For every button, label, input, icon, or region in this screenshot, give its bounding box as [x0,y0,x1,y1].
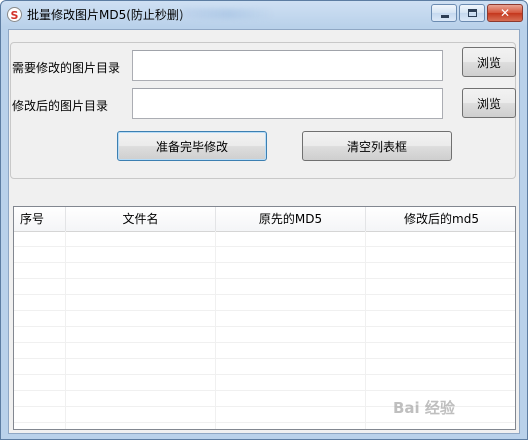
settings-group: 需要修改的图片目录 浏览 修改后的图片目录 浏览 准备完毕修改 清空列表框 [10,42,516,179]
minimize-icon [441,15,449,18]
output-dir-input[interactable] [132,88,443,119]
table-row [14,263,515,279]
minimize-button[interactable] [431,4,457,22]
title-redaction [183,9,273,19]
app-icon-letter: S [10,9,19,22]
close-button[interactable]: ✕ [487,4,523,22]
table-row [14,343,515,359]
table-row [14,375,515,391]
watermark: Bai 经验 [393,399,455,417]
column-index[interactable]: 序号 [14,207,66,231]
table-row [14,359,515,375]
title-bar[interactable]: S 批量修改图片MD5(防止秒删) ✕ [1,1,527,29]
table-row [14,295,515,311]
column-new-md5[interactable]: 修改后的md5 [366,207,515,231]
source-dir-label: 需要修改的图片目录 [12,61,121,75]
source-dir-input[interactable] [132,50,443,81]
table-row [14,311,515,327]
start-modify-button[interactable]: 准备完毕修改 [117,131,267,161]
column-filename[interactable]: 文件名 [66,207,216,231]
column-divider [215,231,216,429]
browse-output-button[interactable]: 浏览 [462,88,516,118]
browse-source-button[interactable]: 浏览 [462,47,516,77]
file-list-header: 序号 文件名 原先的MD5 修改后的md5 [14,207,515,232]
table-row [14,327,515,343]
close-icon: ✕ [499,6,511,20]
maximize-button[interactable] [459,4,485,22]
output-dir-label: 修改后的图片目录 [12,99,109,113]
app-window: S 批量修改图片MD5(防止秒删) ✕ 需要修改的图片目录 浏览 修改后的图片目… [0,0,528,440]
window-title: 批量修改图片MD5(防止秒删) [27,8,184,22]
maximize-icon [468,9,477,17]
client-area: 需要修改的图片目录 浏览 修改后的图片目录 浏览 准备完毕修改 清空列表框 序号… [8,29,520,434]
clear-list-button[interactable]: 清空列表框 [302,131,452,161]
app-icon: S [7,7,22,22]
column-divider [65,231,66,429]
table-row [14,247,515,263]
column-original-md5[interactable]: 原先的MD5 [216,207,366,231]
table-row [14,231,515,247]
column-divider [365,231,366,429]
table-row [14,279,515,295]
